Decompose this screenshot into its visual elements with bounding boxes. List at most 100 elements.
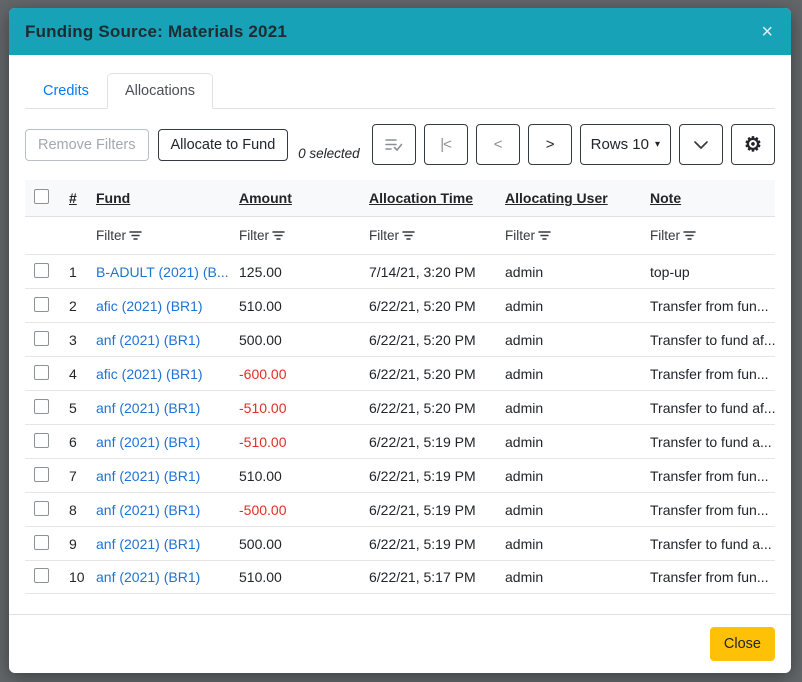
note-text: Transfer to fund a... (650, 434, 772, 450)
filter-label: Filter (239, 228, 269, 243)
first-page-button[interactable]: |< (424, 124, 468, 165)
table-row[interactable]: 3anf (2021) (BR1)500.006/22/21, 5:20 PMa… (25, 322, 775, 356)
funding-source-modal: Funding Source: Materials 2021 × Credits… (9, 8, 791, 673)
column-header-allocation-time[interactable]: Allocation Time (369, 190, 473, 206)
note-text: top-up (650, 264, 690, 280)
table-row[interactable]: 4afic (2021) (BR1)-600.006/22/21, 5:20 P… (25, 356, 775, 390)
filter-control-note[interactable]: Filter (650, 228, 767, 243)
row-number: 3 (69, 332, 77, 348)
table-row[interactable]: 7anf (2021) (BR1)510.006/22/21, 5:19 PMa… (25, 458, 775, 492)
column-header-allocating-user[interactable]: Allocating User (505, 190, 608, 206)
filter-icon (272, 230, 285, 241)
allocating-user: admin (505, 468, 543, 484)
note-text: Transfer from fun... (650, 468, 769, 484)
row-number: 8 (69, 502, 77, 518)
row-number: 6 (69, 434, 77, 450)
grid-settings-button[interactable]: ⚙ (731, 124, 775, 165)
fund-link[interactable]: B-ADULT (2021) (B... (96, 264, 229, 280)
fund-link[interactable]: anf (2021) (BR1) (96, 468, 200, 484)
row-checkbox[interactable] (34, 568, 49, 583)
column-header-fund[interactable]: Fund (96, 190, 130, 206)
modal-header: Funding Source: Materials 2021 × (9, 8, 791, 55)
close-button[interactable]: Close (710, 627, 775, 661)
filter-label: Filter (650, 228, 680, 243)
filter-icon (538, 230, 551, 241)
amount-value: -500.00 (239, 502, 286, 518)
row-number: 1 (69, 264, 77, 280)
table-row[interactable]: 1B-ADULT (2021) (B...125.007/14/21, 3:20… (25, 254, 775, 288)
prev-page-button[interactable]: < (476, 124, 520, 165)
row-checkbox[interactable] (34, 433, 49, 448)
allocation-time: 6/22/21, 5:19 PM (369, 536, 476, 552)
rows-per-page-label: Rows 10 (591, 136, 649, 153)
fund-link[interactable]: anf (2021) (BR1) (96, 434, 200, 450)
note-text: Transfer to fund af... (650, 332, 775, 348)
row-number: 2 (69, 298, 77, 314)
filter-icon (402, 230, 415, 241)
table-header-row: # Fund Amount Allocation Time Allocating… (25, 180, 775, 217)
close-icon[interactable]: × (759, 22, 775, 42)
allocation-time: 6/22/21, 5:19 PM (369, 502, 476, 518)
table-row[interactable]: 9anf (2021) (BR1)500.006/22/21, 5:19 PMa… (25, 526, 775, 560)
note-text: Transfer from fun... (650, 502, 769, 518)
fund-link[interactable]: anf (2021) (BR1) (96, 569, 200, 585)
fund-link[interactable]: anf (2021) (BR1) (96, 536, 200, 552)
row-checkbox[interactable] (34, 399, 49, 414)
filter-control-amount[interactable]: Filter (239, 228, 361, 243)
row-checkbox[interactable] (34, 263, 49, 278)
grid-actions-dropdown[interactable] (679, 124, 723, 165)
fund-link[interactable]: anf (2021) (BR1) (96, 400, 200, 416)
column-header-amount[interactable]: Amount (239, 190, 292, 206)
table-row[interactable]: 10anf (2021) (BR1)510.006/22/21, 5:17 PM… (25, 560, 775, 594)
table-row[interactable]: 2afic (2021) (BR1)510.006/22/21, 5:20 PM… (25, 288, 775, 322)
row-checkbox[interactable] (34, 365, 49, 380)
row-checkbox[interactable] (34, 331, 49, 346)
rows-per-page-dropdown[interactable]: Rows 10 ▾ (580, 124, 671, 165)
modal-title: Funding Source: Materials 2021 (25, 22, 287, 42)
row-checkbox[interactable] (34, 535, 49, 550)
allocation-time: 7/14/21, 3:20 PM (369, 264, 476, 280)
table-row[interactable]: 8 anf (2021) (BR1) -500.00 6/22/21, 5:19 PM… (25, 492, 775, 526)
allocating-user: admin (505, 434, 543, 450)
row-number: 10 (69, 569, 85, 585)
filter-icon (683, 230, 696, 241)
chevron-down-icon (693, 140, 709, 150)
select-all-checkbox[interactable] (34, 189, 49, 204)
column-header-num[interactable]: # (69, 190, 77, 206)
tab-credits[interactable]: Credits (25, 73, 107, 109)
filter-control-fund[interactable]: Filter (96, 228, 231, 243)
filter-control-time[interactable]: Filter (369, 228, 497, 243)
amount-value: 510.00 (239, 468, 282, 484)
pager-button-group: |< < > Rows 10 ▾ ⚙ (372, 124, 775, 165)
fund-link[interactable]: afic (2021) (BR1) (96, 298, 203, 314)
table-row[interactable]: 6anf (2021) (BR1)-510.006/22/21, 5:19 PM… (25, 424, 775, 458)
fund-link[interactable]: anf (2021) (BR1) (96, 502, 200, 518)
row-checkbox[interactable] (34, 467, 49, 482)
row-checkbox[interactable] (34, 501, 49, 516)
allocate-to-fund-button[interactable]: Allocate to Fund (158, 129, 289, 161)
selected-count-label: 0 selected (298, 146, 360, 161)
tab-bar: Credits Allocations (25, 73, 775, 109)
allocating-user: admin (505, 400, 543, 416)
list-check-icon (384, 136, 403, 153)
amount-value: -510.00 (239, 434, 286, 450)
select-visible-rows-button[interactable] (372, 124, 416, 165)
row-checkbox[interactable] (34, 297, 49, 312)
table-row[interactable]: 5anf (2021) (BR1)-510.006/22/21, 5:20 PM… (25, 390, 775, 424)
remove-filters-button[interactable]: Remove Filters (25, 129, 149, 161)
column-header-note[interactable]: Note (650, 190, 681, 206)
row-number: 4 (69, 366, 77, 382)
allocations-grid: # Fund Amount Allocation Time Allocating… (25, 180, 775, 594)
amount-value: -600.00 (239, 366, 286, 382)
grid-toolbar: Remove Filters Allocate to Fund 0 select… (25, 124, 775, 165)
note-text: Transfer to fund af... (650, 400, 775, 416)
amount-value: -510.00 (239, 400, 286, 416)
first-page-icon: |< (440, 136, 451, 153)
allocation-time: 6/22/21, 5:17 PM (369, 569, 476, 585)
fund-link[interactable]: anf (2021) (BR1) (96, 332, 200, 348)
fund-link[interactable]: afic (2021) (BR1) (96, 366, 203, 382)
next-page-button[interactable]: > (528, 124, 572, 165)
filter-control-user[interactable]: Filter (505, 228, 642, 243)
allocating-user: admin (505, 298, 543, 314)
tab-allocations[interactable]: Allocations (107, 73, 213, 109)
